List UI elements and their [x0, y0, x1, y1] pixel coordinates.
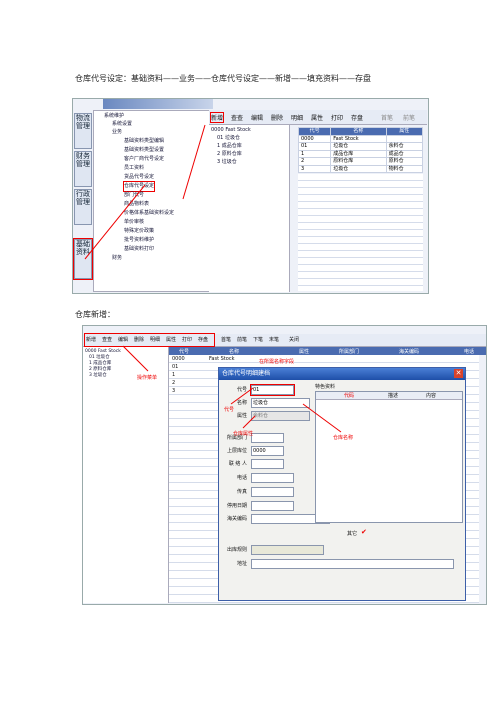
cell: 物料仓: [385, 164, 424, 173]
cell: 成品仓: [385, 149, 424, 158]
table-row[interactable]: 01 垃圾仓 余料仓: [297, 142, 424, 151]
cell: 01: [297, 142, 332, 151]
property-button[interactable]: 属性: [311, 113, 323, 122]
warehouse-table: 代号 名称 属性 0000 Fast Stock 01 垃圾仓 余料仓 1 成品仓库 成品…: [297, 127, 424, 173]
column-header-name[interactable]: 名称: [330, 127, 387, 136]
cell: 1: [297, 149, 332, 158]
cell: 原料仓: [385, 157, 424, 166]
save-button[interactable]: 存盘: [351, 113, 363, 122]
cell: 成品仓库: [330, 149, 387, 158]
edit-button[interactable]: 编辑: [251, 113, 263, 122]
warehouse-tree: 0000 Fast Stock 01 垃圾仓 1 成品仓库 2 原料仓库 3 垃…: [209, 125, 290, 292]
caption-path: 仓库代号设定：基础资料——业务——仓库代号设定——新增——填充资料——存盘: [75, 74, 371, 83]
print-button[interactable]: 打印: [331, 113, 343, 122]
table-row[interactable]: 3 垃圾仓 物料仓: [297, 164, 424, 173]
cell: 余料仓: [385, 142, 424, 151]
column-header-attr[interactable]: 属性: [385, 127, 424, 136]
empty-table-rows: [298, 174, 423, 291]
table-row[interactable]: 1 成品仓库 成品仓: [297, 149, 424, 158]
cell: 垃圾仓: [330, 164, 387, 173]
cell: Fast Stock: [330, 134, 387, 143]
first-button[interactable]: 首笔: [381, 113, 393, 122]
screenshot-warehouse-list: 物流管理 财务管理 行政管理 基础资料 系统维护 系统设置 业务 基础资料类型编…: [72, 98, 429, 294]
prev-button[interactable]: 前笔: [403, 113, 415, 122]
detail-button[interactable]: 明细: [291, 113, 303, 122]
table-row[interactable]: 0000 Fast Stock: [297, 134, 424, 143]
caption-new-warehouse: 仓库新增：: [75, 310, 115, 319]
annotation-arrows: [122, 345, 342, 433]
table-row[interactable]: 2 原料仓库 原料仓: [297, 157, 424, 166]
cell: [385, 134, 424, 143]
new-button[interactable]: 新增: [209, 112, 225, 123]
query-button[interactable]: 查查: [231, 113, 243, 122]
warehouse-tree-item[interactable]: 3 垃圾仓: [217, 158, 237, 167]
cell: 3: [297, 164, 332, 173]
cell: 2: [297, 157, 332, 166]
column-header-code[interactable]: 代号: [297, 127, 332, 136]
delete-button[interactable]: 删除: [271, 113, 283, 122]
toolbar: 新增 查查 编辑 删除 明细 属性 打印 存盘 首笔 前笔: [209, 110, 427, 125]
screenshot-new-warehouse: 新增 查查 编辑 删除 明细 属性 打印 存盘 首笔 前笔 下笔 末笔 关闭 0…: [82, 325, 487, 605]
cell: 原料仓库: [330, 157, 387, 166]
table-header-row: 代号 名称 属性: [297, 127, 424, 136]
cell: 垃圾仓: [330, 142, 387, 151]
cell: 0000: [297, 134, 332, 143]
